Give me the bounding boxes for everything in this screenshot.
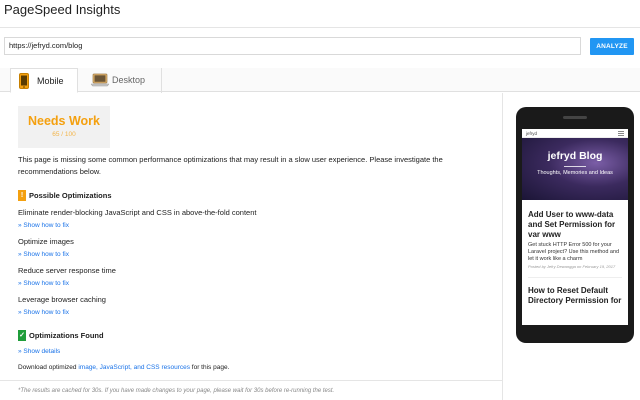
show-fix-link-caching[interactable]: » Show how to fix bbox=[18, 309, 69, 316]
menu-icon bbox=[618, 131, 624, 137]
possible-optimizations-heading: ! Possible Optimizations bbox=[18, 190, 112, 201]
phone-screen: jefryd jefryd Blog Thoughts, Memories an… bbox=[522, 129, 628, 325]
tab-desktop[interactable]: Desktop bbox=[86, 68, 162, 93]
show-fix-label: Show how to fix bbox=[23, 309, 69, 316]
post-excerpt: Get stuck HTTP Error 500 for your Larave… bbox=[528, 242, 620, 262]
opt-title-server-response: Reduce server response time bbox=[18, 266, 116, 275]
blog-title: jefryd Blog bbox=[547, 150, 603, 162]
url-input[interactable]: https://jefryd.com/blog bbox=[4, 37, 581, 55]
show-details-link[interactable]: » Show details bbox=[18, 348, 60, 355]
show-fix-label: Show how to fix bbox=[23, 280, 69, 287]
header-divider bbox=[0, 27, 640, 28]
score-label: Needs Work bbox=[27, 114, 100, 128]
laptop-icon bbox=[90, 72, 110, 96]
show-fix-label: Show how to fix bbox=[23, 222, 69, 229]
post-title: Add User to www-data and Set Permission … bbox=[528, 210, 616, 239]
column-divider bbox=[502, 93, 503, 400]
optimizations-found-heading: ✓ Optimizations Found bbox=[18, 330, 104, 341]
footer-divider bbox=[0, 380, 502, 381]
show-fix-link-images[interactable]: » Show how to fix bbox=[18, 251, 69, 258]
blog-tagline: Thoughts, Memories and Ideas bbox=[537, 170, 613, 176]
phone-preview: jefryd jefryd Blog Thoughts, Memories an… bbox=[516, 107, 634, 343]
intro-text: This page is missing some common perform… bbox=[18, 155, 443, 176]
show-fix-link-render-blocking[interactable]: » Show how to fix bbox=[18, 222, 69, 229]
show-details-label: Show details bbox=[23, 348, 61, 355]
warning-icon: ! bbox=[18, 190, 26, 201]
score-value: 65 / 100 bbox=[52, 131, 76, 138]
phone-icon bbox=[19, 73, 29, 98]
download-line: Download optimized image, JavaScript, an… bbox=[18, 364, 229, 371]
found-heading-label: Optimizations Found bbox=[29, 331, 104, 340]
opt-title-caching: Leverage browser caching bbox=[18, 295, 106, 304]
analyze-button[interactable]: ANALYZE bbox=[590, 38, 634, 55]
tab-mobile-label: Mobile bbox=[37, 76, 64, 86]
opt-title-render-blocking: Eliminate render-blocking JavaScript and… bbox=[18, 208, 257, 217]
site-name: jefryd bbox=[526, 131, 538, 136]
post-title: How to Reset Default Directory Permissio… bbox=[528, 286, 622, 305]
post-meta: Posted by Jefry Dewangga on February 19,… bbox=[528, 264, 616, 269]
score-box: Needs Work 65 / 100 bbox=[18, 106, 110, 148]
phone-speaker bbox=[563, 116, 587, 119]
hero-divider bbox=[564, 166, 586, 167]
opt-title-images: Optimize images bbox=[18, 237, 74, 246]
tab-mobile[interactable]: Mobile bbox=[10, 68, 78, 93]
site-header: jefryd bbox=[522, 129, 628, 138]
show-fix-label: Show how to fix bbox=[23, 251, 69, 258]
tab-desktop-label: Desktop bbox=[112, 75, 146, 85]
possible-heading-label: Possible Optimizations bbox=[29, 191, 112, 200]
blog-hero: jefryd Blog Thoughts, Memories and Ideas bbox=[522, 138, 628, 200]
check-icon: ✓ bbox=[18, 330, 26, 341]
download-resources-link[interactable]: image, JavaScript, and CSS resources bbox=[78, 364, 190, 371]
cache-footnote: *The results are cached for 30s. If you … bbox=[18, 388, 335, 394]
page-title: PageSpeed Insights bbox=[4, 2, 121, 17]
show-fix-link-server-response[interactable]: » Show how to fix bbox=[18, 280, 69, 287]
download-prefix: Download optimized bbox=[18, 364, 79, 371]
download-suffix: for this page. bbox=[189, 364, 230, 371]
post-divider bbox=[528, 277, 622, 278]
